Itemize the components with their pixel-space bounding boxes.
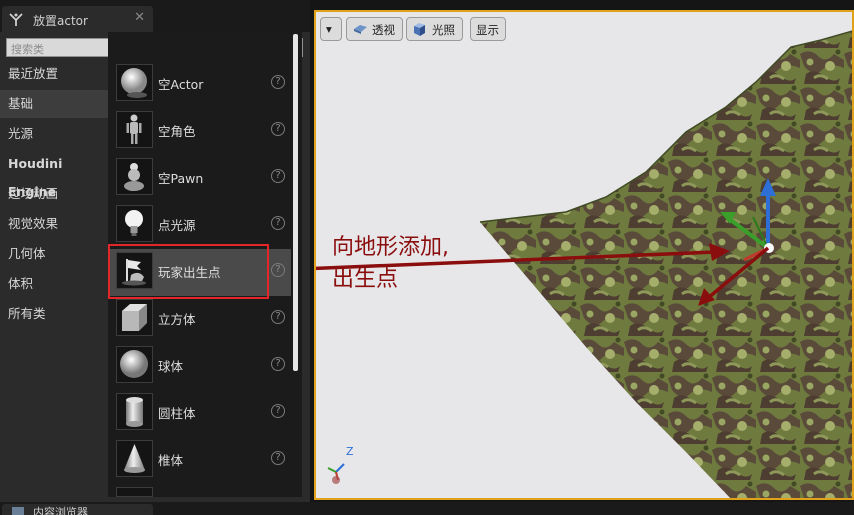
light-bulb-icon (116, 205, 153, 242)
axis-indicator: Z (324, 444, 364, 488)
content-browser-title: 内容浏览器 (33, 506, 88, 515)
tab-title: 放置actor (33, 14, 88, 28)
list-item-cube[interactable]: 立方体 ? (108, 296, 291, 343)
category-list: 最近放置 基础 光源 Houdini Engine 过场动画 视觉效果 几何体 … (0, 57, 108, 502)
category-basic[interactable]: 基础 (0, 90, 108, 118)
annotation-text: 向地形添加, 出生点 (332, 232, 449, 296)
item-label: 空角色 (158, 124, 196, 139)
character-icon (116, 111, 153, 148)
sphere-icon (116, 64, 153, 101)
world-axis-icon (327, 463, 345, 484)
axis-z-label: Z (346, 445, 354, 458)
viewport-menu-button[interactable]: ▾ (320, 17, 342, 41)
item-label: 球体 (158, 359, 184, 374)
pawn-icon (116, 158, 153, 195)
annotation-line-2: 出生点 (332, 267, 399, 292)
item-label: 圆柱体 (158, 406, 196, 421)
tab-place-actors[interactable]: 放置actor ✕ (2, 6, 153, 32)
list-item-cone[interactable]: 椎体 ? (108, 437, 291, 484)
tab-content-browser[interactable]: 内容浏览器 (2, 504, 153, 515)
item-label: 点光源 (158, 218, 196, 233)
item-label: 空Actor (158, 77, 204, 92)
help-icon[interactable]: ? (271, 451, 285, 465)
category-visual-effects[interactable]: 视觉效果 (0, 210, 108, 238)
category-all-classes[interactable]: 所有类 (0, 300, 108, 328)
category-recent[interactable]: 最近放置 (0, 60, 108, 88)
cylinder-icon (116, 393, 153, 430)
category-lights[interactable]: 光源 (0, 120, 108, 148)
category-volumes[interactable]: 体积 (0, 270, 108, 298)
item-label: 立方体 (158, 312, 196, 327)
lit-label: 光照 (432, 23, 455, 37)
item-label: 椎体 (158, 453, 184, 468)
help-icon[interactable]: ? (271, 122, 285, 136)
category-cinematic[interactable]: 过场动画 (0, 180, 108, 208)
show-button[interactable]: 显示 (470, 17, 506, 41)
lit-mode-button[interactable]: 光照 (406, 17, 463, 41)
help-icon[interactable]: ? (271, 263, 285, 277)
place-actor-icon (9, 13, 23, 26)
show-label: 显示 (476, 23, 499, 37)
search-placeholder: 搜索类 (11, 43, 44, 56)
list-item-point-light[interactable]: 点光源 ? (108, 202, 291, 249)
help-icon[interactable]: ? (271, 310, 285, 324)
list-item-sphere[interactable]: 球体 ? (108, 343, 291, 390)
chevron-down-icon: ▾ (326, 22, 332, 36)
item-label: 空Pawn (158, 171, 204, 186)
help-icon[interactable]: ? (271, 75, 285, 89)
lit-cube-icon (414, 23, 425, 36)
list-item-partial (108, 484, 291, 497)
help-icon[interactable]: ? (271, 216, 285, 230)
perspective-label: 透视 (372, 23, 395, 37)
category-geometry[interactable]: 几何体 (0, 240, 108, 268)
sphere-icon (116, 346, 153, 383)
highlight-box (108, 244, 269, 299)
help-icon[interactable]: ? (271, 404, 285, 418)
close-icon[interactable]: ✕ (134, 10, 145, 25)
content-browser-icon (12, 507, 24, 515)
cube-icon (116, 299, 153, 336)
list-item-thumb (116, 487, 153, 497)
list-item-empty-character[interactable]: 空角色 ? (108, 108, 291, 155)
list-scrollbar[interactable] (293, 34, 298, 371)
perspective-icon (354, 25, 367, 34)
level-viewport[interactable]: ▾ 透视 光照 显示 向地形添加, 出生点 Z (314, 10, 854, 500)
list-item-cylinder[interactable]: 圆柱体 ? (108, 390, 291, 437)
perspective-button[interactable]: 透视 (346, 17, 403, 41)
annotation-line-1: 向地形添加, (332, 235, 449, 260)
editor-root: 放置actor ✕ 搜索类 最近放置 基础 光源 Houdini Engine … (0, 0, 854, 515)
help-icon[interactable]: ? (271, 169, 285, 183)
cone-icon (116, 440, 153, 477)
list-item-empty-actor[interactable]: 空Actor ? (108, 61, 291, 108)
list-item-empty-pawn[interactable]: 空Pawn ? (108, 155, 291, 202)
panel-tab-bar: 放置actor ✕ (0, 0, 310, 32)
category-houdini-engine[interactable]: Houdini Engine (0, 150, 108, 199)
help-icon[interactable]: ? (271, 357, 285, 371)
